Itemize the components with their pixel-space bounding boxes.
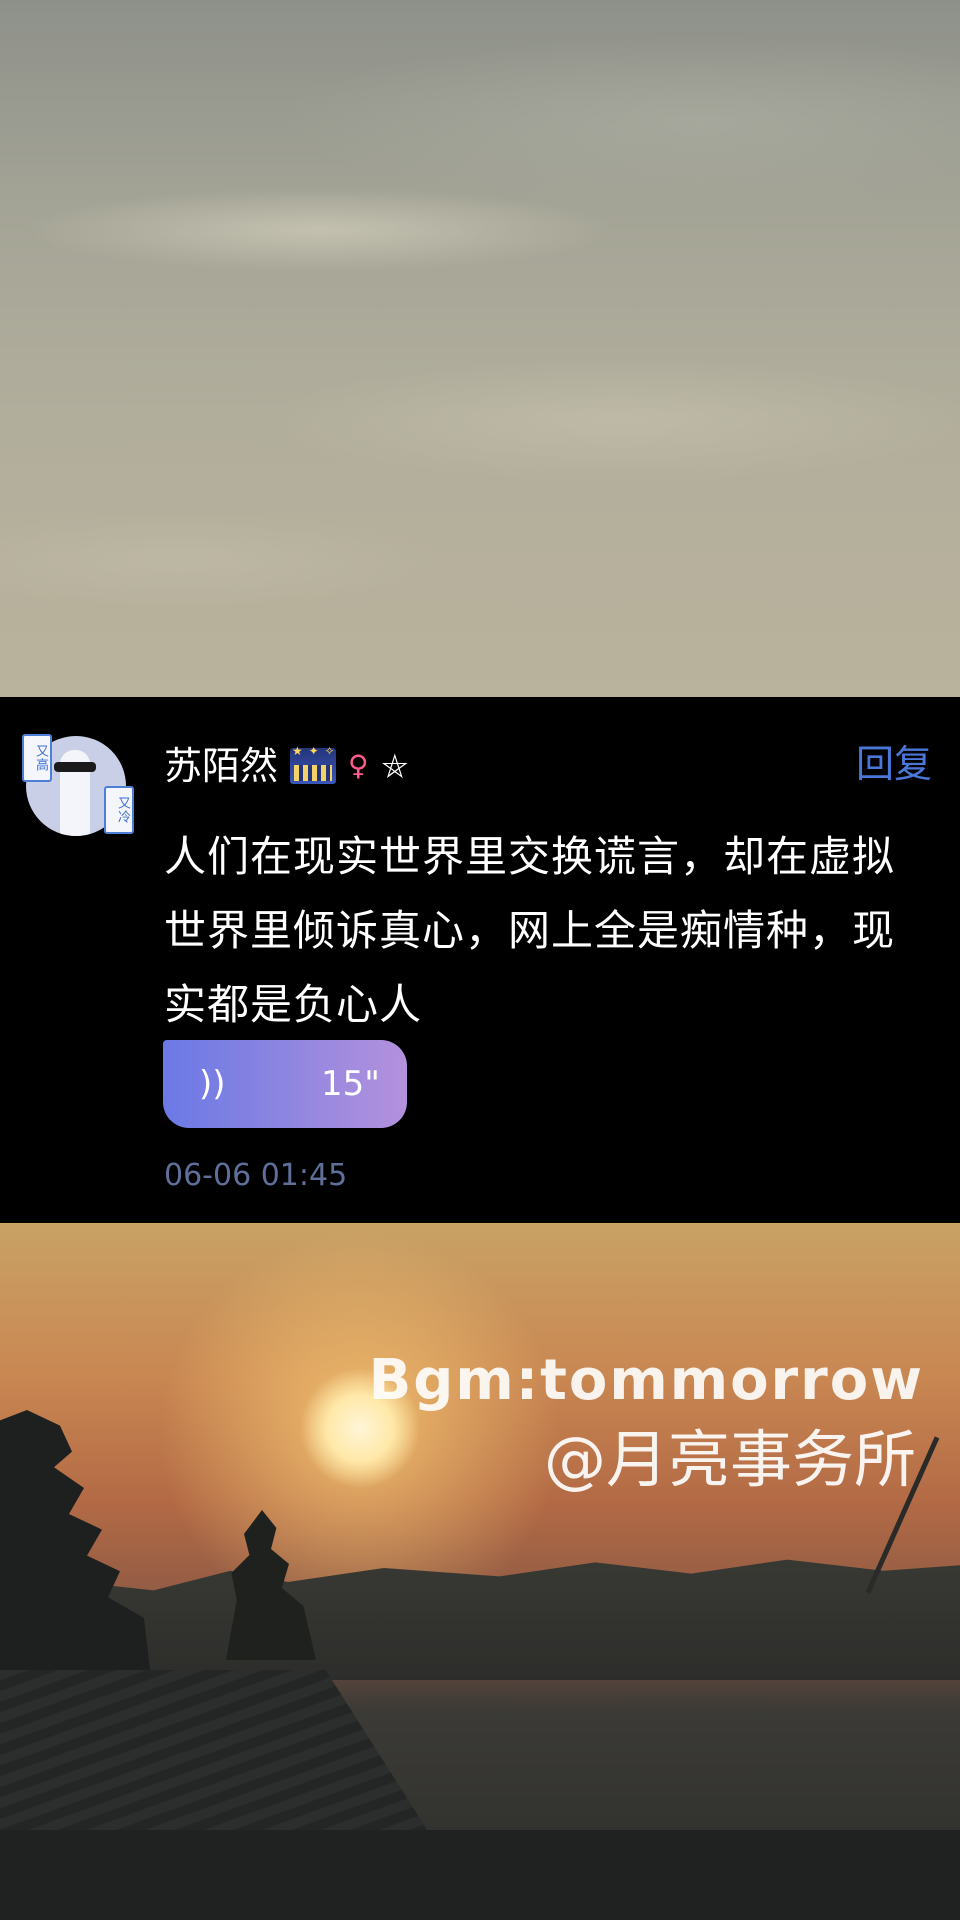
voice-duration: 15" [321,1064,380,1104]
sky-background-image [0,0,960,697]
voice-message-button[interactable]: )) 15" [163,1040,407,1128]
female-gender-icon: ♀ [348,749,369,782]
vip-badge-icon: ⛤ [382,747,408,785]
reply-button[interactable]: 回复 [856,740,932,788]
avatar-badge-left: 又高 [22,734,52,782]
bgm-caption: Bgm:tommorrow [368,1348,924,1413]
comment-timestamp: 06-06 01:45 [164,1158,348,1193]
username[interactable]: 苏陌然 [164,742,278,790]
comment-text: 人们在现实世界里交换谎言，却在虚拟世界里倾诉真心，网上全是痴情种，现实都是负心人 [164,832,896,1029]
avatar-glasses [54,762,96,772]
studio-watermark: @月亮事务所 [543,1423,916,1496]
avatar-badge-right: 又冷 [104,786,134,834]
city-night-icon [290,744,336,784]
ground-shadow [0,1830,960,1920]
sound-wave-icon: )) [199,1064,226,1104]
